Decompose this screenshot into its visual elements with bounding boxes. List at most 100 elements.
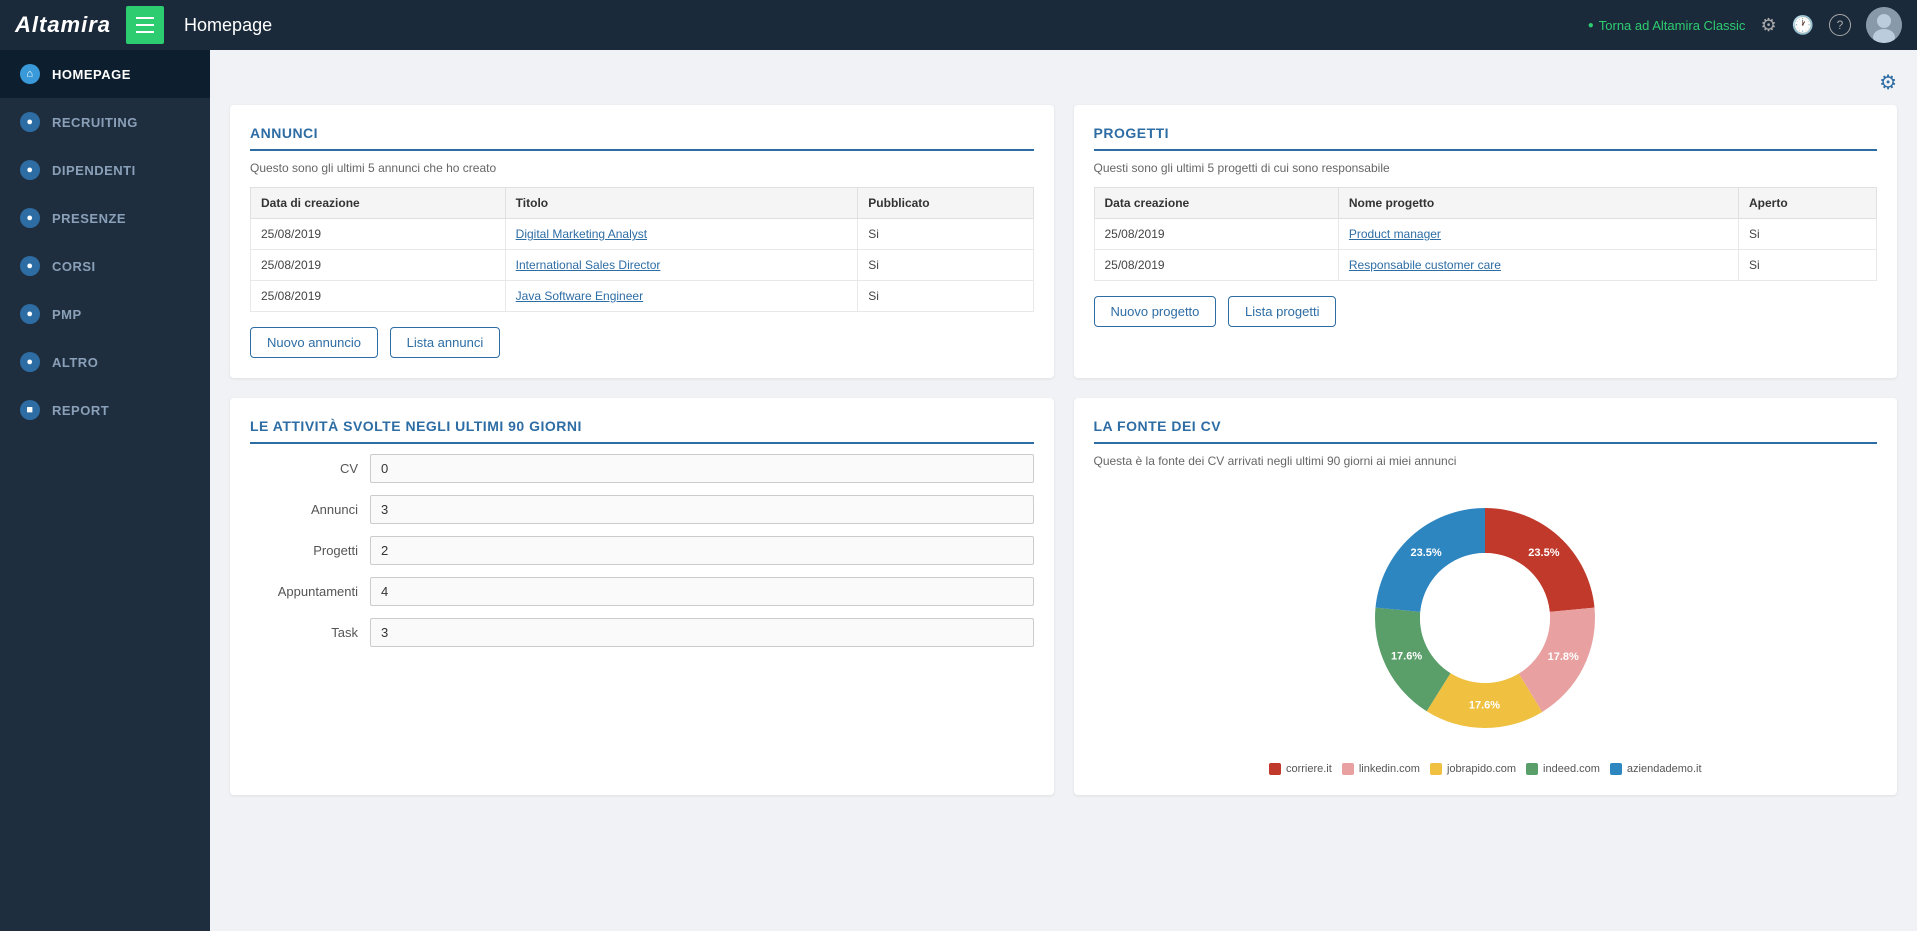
clock-icon[interactable]: 🕐 <box>1792 15 1814 36</box>
activities-rows: CV 0 Annunci 3 Progetti 2 Appuntamenti 4… <box>250 454 1034 647</box>
legend-item: linkedin.com <box>1342 763 1420 775</box>
pmp-icon: ● <box>20 304 40 324</box>
activity-label: Task <box>250 625 370 640</box>
logo: Altamira <box>15 12 111 38</box>
progetti-date: 25/08/2019 <box>1094 250 1338 281</box>
avatar[interactable] <box>1866 7 1902 43</box>
annunci-published: Si <box>858 281 1033 312</box>
gear-icon[interactable]: ⚙ <box>1760 15 1776 36</box>
annunci-date: 25/08/2019 <box>251 219 506 250</box>
settings-icon[interactable]: ⚙ <box>1879 70 1897 95</box>
homepage-icon: ⌂ <box>20 64 40 84</box>
legend-dot <box>1610 763 1622 775</box>
activity-label: Progetti <box>250 543 370 558</box>
pie-container: 23.5%17.8%17.6%17.6%23.5% <box>1094 488 1878 748</box>
activity-value: 4 <box>370 577 1034 606</box>
activity-value: 3 <box>370 495 1034 524</box>
pie-label: 17.6% <box>1469 699 1500 711</box>
legend-dot <box>1342 763 1354 775</box>
progetti-buttons: Nuovo progetto Lista progetti <box>1094 281 1878 327</box>
progetti-open: Si <box>1739 250 1877 281</box>
sidebar-item-dipendenti[interactable]: ● DIPENDENTI <box>0 146 210 194</box>
pie-label: 23.5% <box>1529 547 1560 559</box>
progetti-subtitle: Questi sono gli ultimi 5 progetti di cui… <box>1094 161 1878 175</box>
legend-item: indeed.com <box>1526 763 1600 775</box>
annunci-table: Data di creazione Titolo Pubblicato 25/0… <box>250 187 1034 312</box>
legend-dot <box>1269 763 1281 775</box>
annunci-date: 25/08/2019 <box>251 250 506 281</box>
annunci-title-cell: Java Software Engineer <box>505 281 858 312</box>
annunci-col-title: Titolo <box>505 188 858 219</box>
legend-label: indeed.com <box>1543 763 1600 775</box>
annunci-published: Si <box>858 219 1033 250</box>
nuovo-annuncio-button[interactable]: Nuovo annuncio <box>250 327 378 358</box>
annunci-title-cell: Digital Marketing Analyst <box>505 219 858 250</box>
activities-title: LE ATTIVITÀ SVOLTE NEGLI ULTIMI 90 GIORN… <box>250 418 1034 444</box>
annunci-title: ANNUNCI <box>250 125 1034 151</box>
help-icon[interactable]: ? <box>1829 14 1851 36</box>
topbar: Altamira Homepage Torna ad Altamira Clas… <box>0 0 1917 50</box>
table-row: 25/08/2019 Product manager Si <box>1094 219 1877 250</box>
annunci-col-date: Data di creazione <box>251 188 506 219</box>
main-content: ⚙ ANNUNCI Questo sono gli ultimi 5 annun… <box>210 50 1917 931</box>
annunci-card: ANNUNCI Questo sono gli ultimi 5 annunci… <box>230 105 1054 378</box>
sidebar-item-pmp[interactable]: ● PMP <box>0 290 210 338</box>
progetti-name-cell: Responsabile customer care <box>1338 250 1738 281</box>
progetti-open: Si <box>1739 219 1877 250</box>
legend-item: corriere.it <box>1269 763 1332 775</box>
nuovo-progetto-button[interactable]: Nuovo progetto <box>1094 296 1217 327</box>
altro-icon: ● <box>20 352 40 372</box>
classic-link[interactable]: Torna ad Altamira Classic <box>1588 18 1746 33</box>
sidebar-item-corsi[interactable]: ● CORSI <box>0 242 210 290</box>
sidebar-item-recruiting[interactable]: ● RECRUITING <box>0 98 210 146</box>
pie-chart: 23.5%17.8%17.6%17.6%23.5% <box>1355 488 1615 748</box>
pie-label: 23.5% <box>1411 547 1442 559</box>
legend-dot <box>1430 763 1442 775</box>
legend-dot <box>1526 763 1538 775</box>
table-row: 25/08/2019 Java Software Engineer Si <box>251 281 1034 312</box>
lista-annunci-button[interactable]: Lista annunci <box>390 327 501 358</box>
progetti-col-name: Nome progetto <box>1338 188 1738 219</box>
pie-legend: corriere.it linkedin.com jobrapido.com inde… <box>1094 763 1878 775</box>
pie-label: 17.6% <box>1391 651 1422 663</box>
activities-card: LE ATTIVITÀ SVOLTE NEGLI ULTIMI 90 GIORN… <box>230 398 1054 795</box>
presenze-icon: ● <box>20 208 40 228</box>
progetti-col-open: Aperto <box>1739 188 1877 219</box>
table-row: 25/08/2019 International Sales Director … <box>251 250 1034 281</box>
donut-center <box>1420 553 1550 683</box>
activity-label: Annunci <box>250 502 370 517</box>
table-row: 25/08/2019 Responsabile customer care Si <box>1094 250 1877 281</box>
bottom-grid: LE ATTIVITÀ SVOLTE NEGLI ULTIMI 90 GIORN… <box>230 398 1897 795</box>
topbar-right: Torna ad Altamira Classic ⚙ 🕐 ? <box>1588 7 1902 43</box>
activity-row: CV 0 <box>250 454 1034 483</box>
activity-value: 3 <box>370 618 1034 647</box>
legend-label: linkedin.com <box>1359 763 1420 775</box>
fonte-cv-title: LA FONTE DEI CV <box>1094 418 1878 444</box>
sidebar-item-report[interactable]: ■ REPORT <box>0 386 210 434</box>
top-grid: ANNUNCI Questo sono gli ultimi 5 annunci… <box>230 105 1897 378</box>
annunci-subtitle: Questo sono gli ultimi 5 annunci che ho … <box>250 161 1034 175</box>
top-settings: ⚙ <box>230 70 1897 95</box>
annunci-title-cell: International Sales Director <box>505 250 858 281</box>
lista-progetti-button[interactable]: Lista progetti <box>1228 296 1336 327</box>
legend-label: jobrapido.com <box>1447 763 1516 775</box>
menu-button[interactable] <box>126 6 164 44</box>
progetti-table: Data creazione Nome progetto Aperto 25/0… <box>1094 187 1878 281</box>
progetti-title: PROGETTI <box>1094 125 1878 151</box>
dipendenti-icon: ● <box>20 160 40 180</box>
annunci-buttons: Nuovo annuncio Lista annunci <box>250 312 1034 358</box>
progetti-name-cell: Product manager <box>1338 219 1738 250</box>
progetti-date: 25/08/2019 <box>1094 219 1338 250</box>
annunci-col-published: Pubblicato <box>858 188 1033 219</box>
sidebar-item-presenze[interactable]: ● PRESENZE <box>0 194 210 242</box>
report-icon: ■ <box>20 400 40 420</box>
activity-label: Appuntamenti <box>250 584 370 599</box>
fonte-cv-subtitle: Questa è la fonte dei CV arrivati negli … <box>1094 454 1878 468</box>
annunci-published: Si <box>858 250 1033 281</box>
legend-item: aziendademo.it <box>1610 763 1702 775</box>
progetti-col-date: Data creazione <box>1094 188 1338 219</box>
activity-row: Progetti 2 <box>250 536 1034 565</box>
sidebar-item-altro[interactable]: ● ALTRO <box>0 338 210 386</box>
sidebar-item-homepage[interactable]: ⌂ HOMEPAGE <box>0 50 210 98</box>
sidebar: ⌂ HOMEPAGE ● RECRUITING ● DIPENDENTI ● P… <box>0 50 210 931</box>
